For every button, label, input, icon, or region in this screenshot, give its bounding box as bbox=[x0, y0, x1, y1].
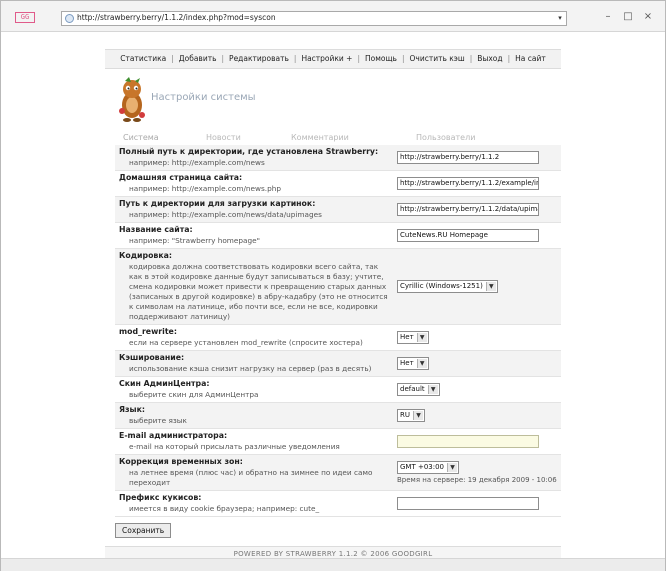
option-row: Путь к директории для загрузки картинок:… bbox=[115, 196, 561, 223]
option-desc: использование кэша снизит нагрузку на се… bbox=[129, 364, 372, 373]
nav-logout[interactable]: Выход bbox=[477, 54, 502, 63]
chevron-down-icon[interactable]: ▾ bbox=[556, 13, 564, 23]
address-url: http://strawberry.berry/1.1.2/index.php?… bbox=[77, 13, 276, 22]
option-desc: на летнее время (плюс час) и обратно на … bbox=[129, 468, 373, 487]
encoding-select[interactable]: Cyrillic (Windows-1251) ▼ bbox=[397, 280, 498, 293]
browser-titlebar: GG http://strawberry.berry/1.1.2/index.p… bbox=[1, 1, 665, 32]
option-title: Кэширование: bbox=[119, 353, 185, 362]
skin-select[interactable]: default ▼ bbox=[397, 383, 440, 396]
nav-edit[interactable]: Редактировать bbox=[229, 54, 289, 63]
option-row: Кодировка: кодировка должна соответствова… bbox=[115, 248, 561, 325]
nav-settings[interactable]: Настройки + bbox=[301, 54, 352, 63]
nav-to-site[interactable]: На сайт bbox=[515, 54, 546, 63]
language-select[interactable]: RU ▼ bbox=[397, 409, 425, 422]
option-title: Язык: bbox=[119, 405, 145, 414]
option-title: Кодировка: bbox=[119, 251, 173, 260]
strawberry-path-input[interactable]: http://strawberry.berry/1.1.2 bbox=[397, 151, 539, 164]
option-title: Коррекция временных зон: bbox=[119, 457, 243, 466]
maximize-button[interactable]: □ bbox=[621, 11, 635, 23]
chevron-down-icon: ▼ bbox=[427, 385, 438, 394]
settings-table: Полный путь к директории, где установлен… bbox=[115, 145, 561, 517]
upload-path-input[interactable]: http://strawberry.berry/1.1.2/data/upima… bbox=[397, 203, 539, 216]
address-bar[interactable]: http://strawberry.berry/1.1.2/index.php?… bbox=[61, 11, 567, 26]
save-button[interactable]: Сохранить bbox=[115, 523, 172, 538]
page-title: Настройки системы bbox=[151, 92, 256, 103]
timezone-select[interactable]: GMT +03:00 ▼ bbox=[397, 460, 460, 474]
option-desc: например: http://example.com/news bbox=[129, 158, 265, 167]
browser-window: GG http://strawberry.berry/1.1.2/index.p… bbox=[0, 0, 666, 571]
globe-icon bbox=[65, 14, 74, 23]
site-name-input[interactable]: CuteNews.RU Homepage bbox=[397, 229, 539, 242]
page-viewport: Статистика | Добавить | Редактировать | Настро… bbox=[1, 32, 665, 561]
tab-users[interactable]: Пользователи bbox=[416, 133, 475, 142]
option-row: Кэширование: использование кэша снизит на… bbox=[115, 350, 561, 377]
option-title: E-mail администратора: bbox=[119, 431, 228, 440]
chevron-down-icon: ▼ bbox=[485, 282, 496, 291]
option-row: mod_rewrite: если на сервере установлен m… bbox=[115, 324, 561, 351]
nav-clear-cache[interactable]: Очистить кэш bbox=[410, 54, 465, 63]
option-desc: например: http://example.com/news.php bbox=[129, 184, 282, 193]
chevron-down-icon: ▼ bbox=[416, 359, 427, 368]
minimize-button[interactable]: – bbox=[601, 11, 615, 23]
strawberry-mascot-logo bbox=[119, 77, 145, 122]
server-time: Время на сервере: 19 декабря 2009 - 10:0… bbox=[397, 475, 557, 484]
option-desc: e-mail на который присылать различные ув… bbox=[129, 442, 340, 451]
nav-statistics[interactable]: Статистика bbox=[120, 54, 166, 63]
tab-system[interactable]: Система bbox=[123, 133, 159, 142]
option-desc: имеется в виду cookie браузера; например… bbox=[129, 504, 320, 513]
option-desc: например: http://example.com/news/data/u… bbox=[129, 210, 322, 219]
page-header: Настройки системы bbox=[105, 69, 561, 131]
option-title: Полный путь к директории, где установлен… bbox=[119, 147, 379, 156]
nav-add[interactable]: Добавить bbox=[179, 54, 217, 63]
cookie-prefix-input[interactable] bbox=[397, 497, 539, 510]
option-row: Префикс кукисов: имеется в виду cookie бр… bbox=[115, 490, 561, 517]
browser-statusbar bbox=[1, 558, 665, 571]
option-title: Название сайта: bbox=[119, 225, 193, 234]
close-button[interactable]: × bbox=[641, 11, 655, 23]
cache-select[interactable]: Нет ▼ bbox=[397, 357, 429, 370]
homepage-input[interactable]: http://strawberry.berry/1.1.2/example/in… bbox=[397, 177, 539, 190]
option-title: Скин АдминЦентра: bbox=[119, 379, 210, 388]
option-desc: например: "Strawberry homepage" bbox=[129, 236, 260, 245]
option-title: mod_rewrite: bbox=[119, 327, 177, 336]
top-nav: Статистика | Добавить | Редактировать | Настро… bbox=[105, 49, 561, 69]
option-row: Коррекция временных зон: на летнее время … bbox=[115, 454, 561, 491]
option-title: Путь к директории для загрузки картинок: bbox=[119, 199, 316, 208]
chevron-down-icon: ▼ bbox=[416, 333, 427, 342]
tab-news[interactable]: Новости bbox=[206, 133, 241, 142]
settings-tabs: Система Новости Комментарии Пользователи bbox=[105, 131, 561, 145]
option-row: Полный путь к директории, где установлен… bbox=[115, 145, 561, 171]
option-title: Префикс кукисов: bbox=[119, 493, 202, 502]
option-desc: кодировка должна соответствовать кодиров… bbox=[129, 262, 388, 321]
nav-help[interactable]: Помощь bbox=[365, 54, 397, 63]
admin-page: Статистика | Добавить | Редактировать | Настро… bbox=[105, 49, 561, 561]
mod-rewrite-select[interactable]: Нет ▼ bbox=[397, 331, 429, 344]
option-desc: если на сервере установлен mod_rewrite (… bbox=[129, 338, 363, 347]
option-row: Название сайта: например: "Strawberry hom… bbox=[115, 222, 561, 249]
option-desc: выберите скин для АдминЦентра bbox=[129, 390, 259, 399]
option-desc: выберите язык bbox=[129, 416, 187, 425]
option-title: Домашняя страница сайта: bbox=[119, 173, 243, 182]
admin-email-input[interactable] bbox=[397, 435, 539, 448]
chevron-down-icon: ▼ bbox=[447, 462, 458, 472]
option-row: Домашняя страница сайта: например: http:/… bbox=[115, 170, 561, 197]
option-row: Скин АдминЦентра: выберите скин для Админ… bbox=[115, 376, 561, 403]
chevron-down-icon: ▼ bbox=[413, 411, 423, 420]
app-icon: GG bbox=[15, 12, 35, 23]
option-row: E-mail администратора: e-mail на который … bbox=[115, 428, 561, 455]
tab-comments[interactable]: Комментарии bbox=[291, 133, 349, 142]
option-row: Язык: выберите язык RU ▼ bbox=[115, 402, 561, 429]
